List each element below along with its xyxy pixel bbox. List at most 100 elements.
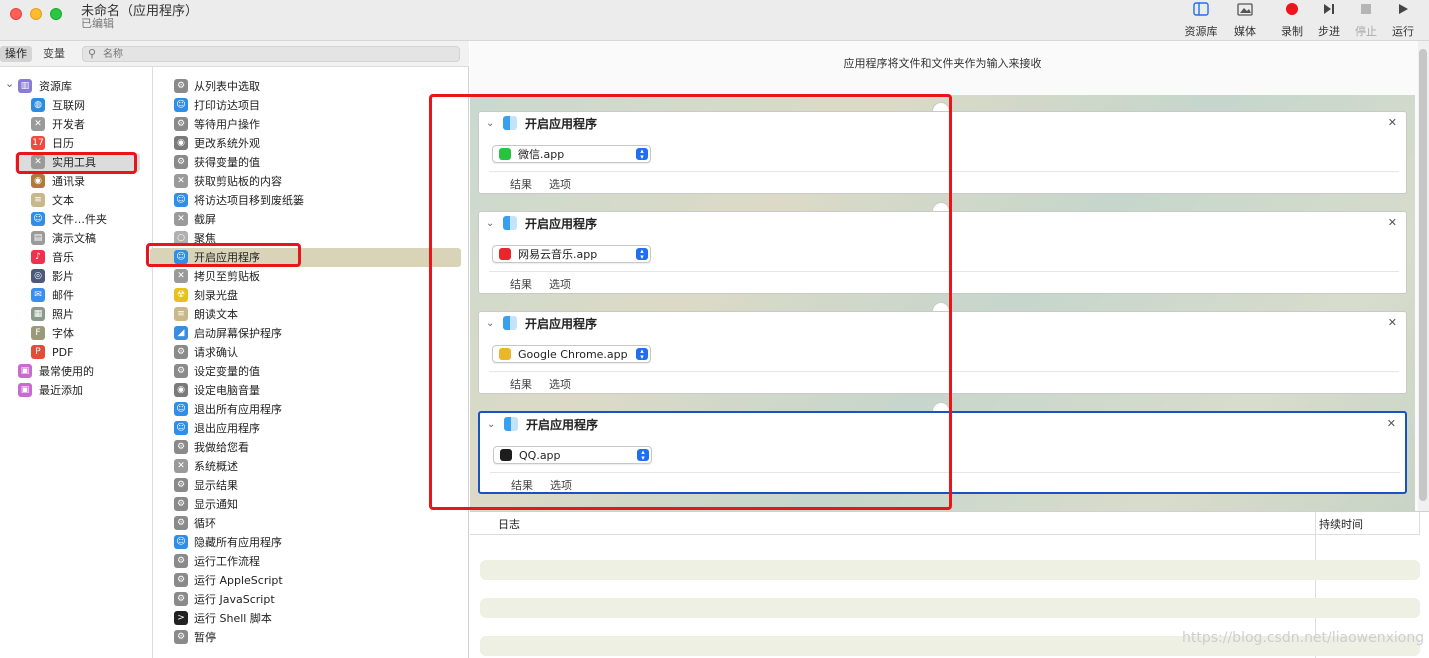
- library-item[interactable]: ≡ 文本: [0, 191, 150, 210]
- action-item-label: 退出应用程序: [194, 422, 260, 435]
- library-item[interactable]: ▤ 演示文稿: [0, 229, 150, 248]
- application-popup[interactable]: 微信.app ▴ ▾: [492, 145, 651, 163]
- action-item[interactable]: ✕ 系统概述: [154, 457, 459, 476]
- action-item[interactable]: > 运行 Shell 脚本: [154, 609, 459, 628]
- application-popup[interactable]: 网易云音乐.app ▴ ▾: [492, 245, 651, 263]
- action-item[interactable]: ☺ 打印访达项目: [154, 96, 459, 115]
- action-card-title: 开启应用程序: [525, 117, 598, 131]
- action-item-label: 循环: [194, 517, 216, 530]
- action-item-label: 我做给您看: [194, 441, 249, 454]
- library-item[interactable]: ✕ 开发者: [0, 115, 150, 134]
- library-item[interactable]: ◉ 通讯录: [0, 172, 150, 191]
- results-tab[interactable]: 结果: [510, 176, 532, 192]
- log-row: [480, 598, 1420, 618]
- options-tab[interactable]: 选项: [549, 276, 571, 292]
- action-item-label: 拷贝至剪贴板: [194, 270, 260, 283]
- library-toolbar-button[interactable]: 资源库: [1179, 2, 1223, 40]
- collapse-chevron-icon[interactable]: ⌄: [486, 318, 494, 329]
- action-item[interactable]: ⚙ 暂停: [154, 628, 459, 647]
- action-item[interactable]: ⚙ 从列表中选取: [154, 77, 459, 96]
- zoom-window-button[interactable]: [50, 8, 62, 20]
- action-item[interactable]: ☺ 开启应用程序: [154, 248, 459, 267]
- action-item[interactable]: ⚙ 显示通知: [154, 495, 459, 514]
- action-item[interactable]: ☺ 将访达项目移到废纸篓: [154, 191, 459, 210]
- tab-variables[interactable]: 变量: [38, 46, 70, 62]
- results-tab[interactable]: 结果: [511, 477, 533, 493]
- action-item[interactable]: ⚙ 设定变量的值: [154, 362, 459, 381]
- tab-actions[interactable]: 操作: [0, 46, 32, 62]
- workflow-scrollbar[interactable]: [1418, 41, 1429, 511]
- action-item[interactable]: ○ 聚焦: [154, 229, 459, 248]
- action-item[interactable]: ≡ 朗读文本: [154, 305, 459, 324]
- action-item[interactable]: ☺ 隐藏所有应用程序: [154, 533, 459, 552]
- options-tab[interactable]: 选项: [549, 376, 571, 392]
- media-toolbar-button[interactable]: 媒体: [1223, 2, 1267, 40]
- log-column-header[interactable]: 日志: [498, 516, 520, 532]
- action-card-launch-app[interactable]: ⌄ 开启应用程序 ✕ Google Chrome.app ▴ ▾ 结果 选项: [478, 311, 1407, 394]
- library-item[interactable]: ✉ 邮件: [0, 286, 150, 305]
- library-item[interactable]: ▦ 照片: [0, 305, 150, 324]
- collapse-chevron-icon[interactable]: ⌄: [486, 218, 494, 229]
- minimize-window-button[interactable]: [30, 8, 42, 20]
- globe-icon: ◍: [31, 98, 45, 112]
- library-item[interactable]: P PDF: [0, 343, 150, 362]
- action-item[interactable]: ☢ 刻录光盘: [154, 286, 459, 305]
- application-popup[interactable]: QQ.app ▴ ▾: [493, 446, 652, 464]
- application-popup[interactable]: Google Chrome.app ▴ ▾: [492, 345, 651, 363]
- action-item[interactable]: ✕ 获取剪贴板的内容: [154, 172, 459, 191]
- action-item[interactable]: ☺ 退出应用程序: [154, 419, 459, 438]
- options-tab[interactable]: 选项: [550, 477, 572, 493]
- action-item[interactable]: ☺ 退出所有应用程序: [154, 400, 459, 419]
- action-item[interactable]: ⚙ 运行 JavaScript: [154, 590, 459, 609]
- workflow-input-description: 应用程序将文件和文件夹作为输入来接收: [843, 57, 1042, 70]
- library-item[interactable]: F 字体: [0, 324, 150, 343]
- duration-column-header[interactable]: 持续时间: [1319, 516, 1363, 532]
- scrollbar-thumb[interactable]: [1419, 49, 1427, 501]
- action-card-launch-app[interactable]: ⌄ 开启应用程序 ✕ 微信.app ▴ ▾ 结果 选项: [478, 111, 1407, 194]
- workflow-canvas[interactable]: ⌄ 开启应用程序 ✕ 微信.app ▴ ▾ 结果 选项 ⌄ 开启应用程序 ✕ 网易云音乐.app ▴ ▾ 结…: [470, 95, 1415, 511]
- action-item[interactable]: ⚙ 请求确认: [154, 343, 459, 362]
- library-item[interactable]: ☺ 文件…件夹: [0, 210, 150, 229]
- remove-action-button[interactable]: ✕: [1388, 216, 1397, 229]
- library-item-label: PDF: [52, 346, 74, 359]
- search-field[interactable]: ⚲: [82, 46, 460, 62]
- action-item[interactable]: ⚙ 获得变量的值: [154, 153, 459, 172]
- disclosure-chevron-icon[interactable]: ⌄: [5, 74, 14, 93]
- action-card-launch-app[interactable]: ⌄ 开启应用程序 ✕ 网易云音乐.app ▴ ▾ 结果 选项: [478, 211, 1407, 294]
- remove-action-button[interactable]: ✕: [1388, 316, 1397, 329]
- run-toolbar-button[interactable]: 运行: [1381, 2, 1425, 40]
- action-item[interactable]: ✕ 截屏: [154, 210, 459, 229]
- library-item[interactable]: 17 日历: [0, 134, 150, 153]
- action-item[interactable]: ⚙ 运行工作流程: [154, 552, 459, 571]
- action-item[interactable]: ⚙ 运行 AppleScript: [154, 571, 459, 590]
- library-item[interactable]: ▣ 最近添加: [0, 381, 150, 400]
- library-item-label: 最常使用的: [39, 365, 94, 378]
- action-item[interactable]: ✕ 拷贝至剪贴板: [154, 267, 459, 286]
- library-item[interactable]: ✕ 实用工具: [0, 153, 150, 172]
- options-tab[interactable]: 选项: [549, 176, 571, 192]
- results-tab[interactable]: 结果: [510, 276, 532, 292]
- library-item[interactable]: ▣ 最常使用的: [0, 362, 150, 381]
- action-item[interactable]: ⚙ 等待用户操作: [154, 115, 459, 134]
- actions-list: ⚙ 从列表中选取 ☺ 打印访达项目 ⚙ 等待用户操作 ◉ 更改系统外观 ⚙ 获得变量的值 ✕ 获取剪贴…: [150, 67, 469, 658]
- action-item-label: 启动屏幕保护程序: [194, 327, 282, 340]
- library-item[interactable]: ◍ 互联网: [0, 96, 150, 115]
- collapse-chevron-icon[interactable]: ⌄: [486, 118, 494, 129]
- library-item-label: 资源库: [39, 80, 72, 93]
- action-item[interactable]: ⚙ 显示结果: [154, 476, 459, 495]
- action-item[interactable]: ◉ 更改系统外观: [154, 134, 459, 153]
- library-item[interactable]: ♪ 音乐: [0, 248, 150, 267]
- library-item[interactable]: ◎ 影片: [0, 267, 150, 286]
- action-item[interactable]: ◉ 设定电脑音量: [154, 381, 459, 400]
- close-window-button[interactable]: [10, 8, 22, 20]
- library-item[interactable]: ⌄ ▥ 资源库: [0, 77, 150, 96]
- results-tab[interactable]: 结果: [510, 376, 532, 392]
- action-card-launch-app[interactable]: ⌄ 开启应用程序 ✕ QQ.app ▴ ▾ 结果 选项: [478, 411, 1407, 494]
- action-item[interactable]: ⚙ 循环: [154, 514, 459, 533]
- remove-action-button[interactable]: ✕: [1387, 417, 1396, 430]
- collapse-chevron-icon[interactable]: ⌄: [487, 419, 495, 430]
- remove-action-button[interactable]: ✕: [1388, 116, 1397, 129]
- action-item[interactable]: ⚙ 我做给您看: [154, 438, 459, 457]
- search-input[interactable]: [103, 47, 453, 61]
- action-item[interactable]: ◢ 启动屏幕保护程序: [154, 324, 459, 343]
